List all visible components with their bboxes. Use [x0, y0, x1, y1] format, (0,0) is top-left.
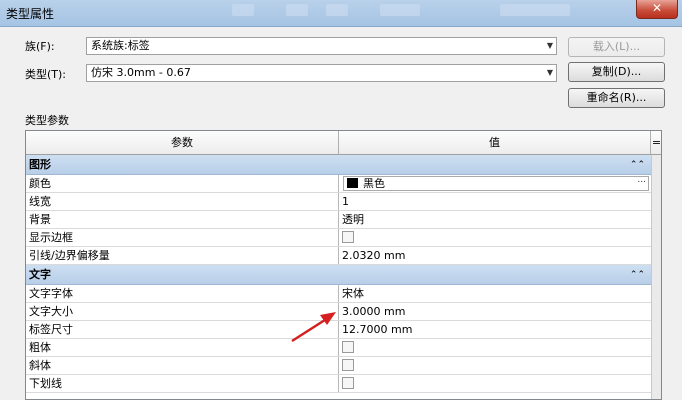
vertical-scrollbar[interactable] [651, 155, 661, 399]
title-ghost [286, 4, 308, 16]
table-row[interactable]: 文字大小 3.0000 mm [26, 303, 651, 321]
group-graphics[interactable]: 图形 ⌃⌃ [26, 155, 651, 175]
param-name: 文字大小 [26, 303, 339, 320]
param-value[interactable]: 宋体 [339, 285, 651, 302]
type-label: 类型(T): [25, 68, 67, 81]
color-value: 黑色 [363, 177, 385, 190]
title-ghost [380, 4, 420, 16]
title-ghost [326, 4, 348, 16]
table-row[interactable]: 背景 透明 [26, 211, 651, 229]
param-value[interactable]: 3.0000 mm [339, 303, 651, 320]
param-name: 粗体 [26, 339, 339, 356]
table-row[interactable]: 粗体 [26, 339, 651, 357]
title-ghost [232, 4, 254, 16]
type-value: 仿宋 3.0mm - 0.67 [91, 66, 191, 79]
window-title: 类型属性 [6, 7, 55, 21]
dropdown-arrow-icon: ▼ [546, 68, 553, 77]
param-value[interactable]: 黑色 ... [339, 175, 651, 192]
table-row[interactable]: 颜色 黑色 ... [26, 175, 651, 193]
more-icon: ... [637, 175, 646, 185]
title-ghost [500, 4, 570, 16]
param-value[interactable]: 1 [339, 193, 651, 210]
param-name: 线宽 [26, 193, 339, 210]
underline-checkbox[interactable] [342, 377, 354, 389]
param-name: 文字字体 [26, 285, 339, 302]
duplicate-button[interactable]: 复制(D)... [568, 62, 665, 82]
show-border-checkbox[interactable] [342, 231, 354, 243]
close-icon: ✕ [651, 1, 663, 15]
type-select[interactable]: 仿宋 3.0mm - 0.67 ▼ [86, 64, 557, 82]
rename-button[interactable]: 重命名(R)... [568, 88, 665, 108]
param-value [339, 375, 651, 392]
param-value[interactable]: 12.7000 mm [339, 321, 651, 338]
param-value [339, 357, 651, 374]
family-value: 系统族:标签 [91, 39, 150, 52]
table-row[interactable]: 文字字体 宋体 [26, 285, 651, 303]
type-parameters-label: 类型参数 [25, 114, 69, 127]
group-title: 文字 [29, 268, 51, 281]
collapse-icon[interactable]: ⌃⌃ [630, 155, 645, 175]
parameters-table: 参数 值 = 图形 ⌃⌃ 颜色 黑色 ... 线宽 1 背景 透明 显示边框 引… [25, 130, 662, 400]
color-picker-button[interactable]: 黑色 ... [343, 175, 649, 191]
column-header-parameter[interactable]: 参数 [26, 131, 339, 155]
param-name: 颜色 [26, 175, 339, 192]
table-row[interactable]: 线宽 1 [26, 193, 651, 211]
table-row[interactable]: 引线/边界偏移量 2.0320 mm [26, 247, 651, 265]
collapse-icon[interactable]: ⌃⌃ [630, 265, 645, 285]
param-name: 标签尺寸 [26, 321, 339, 338]
table-row[interactable]: 显示边框 [26, 229, 651, 247]
param-name: 背景 [26, 211, 339, 228]
italic-checkbox[interactable] [342, 359, 354, 371]
param-value[interactable]: 透明 [339, 211, 651, 228]
table-row[interactable]: 下划线 [26, 375, 651, 393]
param-value [339, 339, 651, 356]
group-title: 图形 [29, 158, 51, 171]
param-value [339, 229, 651, 246]
family-select[interactable]: 系统族:标签 ▼ [86, 37, 557, 55]
table-row[interactable]: 标签尺寸 12.7000 mm [26, 321, 651, 339]
family-label: 族(F): [25, 40, 55, 53]
group-text[interactable]: 文字 ⌃⌃ [26, 265, 651, 285]
table-row[interactable]: 斜体 [26, 357, 651, 375]
param-name: 显示边框 [26, 229, 339, 246]
param-name: 引线/边界偏移量 [26, 247, 339, 264]
color-swatch-icon [347, 178, 358, 188]
close-button[interactable]: ✕ [636, 0, 678, 19]
dropdown-arrow-icon: ▼ [546, 41, 553, 50]
table-body: 图形 ⌃⌃ 颜色 黑色 ... 线宽 1 背景 透明 显示边框 引线/边界偏移量 [26, 155, 651, 393]
title-bar: 类型属性 ✕ [0, 0, 682, 27]
bold-checkbox[interactable] [342, 341, 354, 353]
param-name: 下划线 [26, 375, 339, 392]
column-header-formula[interactable]: = [651, 131, 661, 155]
column-header-value[interactable]: 值 [339, 131, 651, 155]
load-button[interactable]: 载入(L)... [568, 37, 665, 57]
param-name: 斜体 [26, 357, 339, 374]
param-value[interactable]: 2.0320 mm [339, 247, 651, 264]
